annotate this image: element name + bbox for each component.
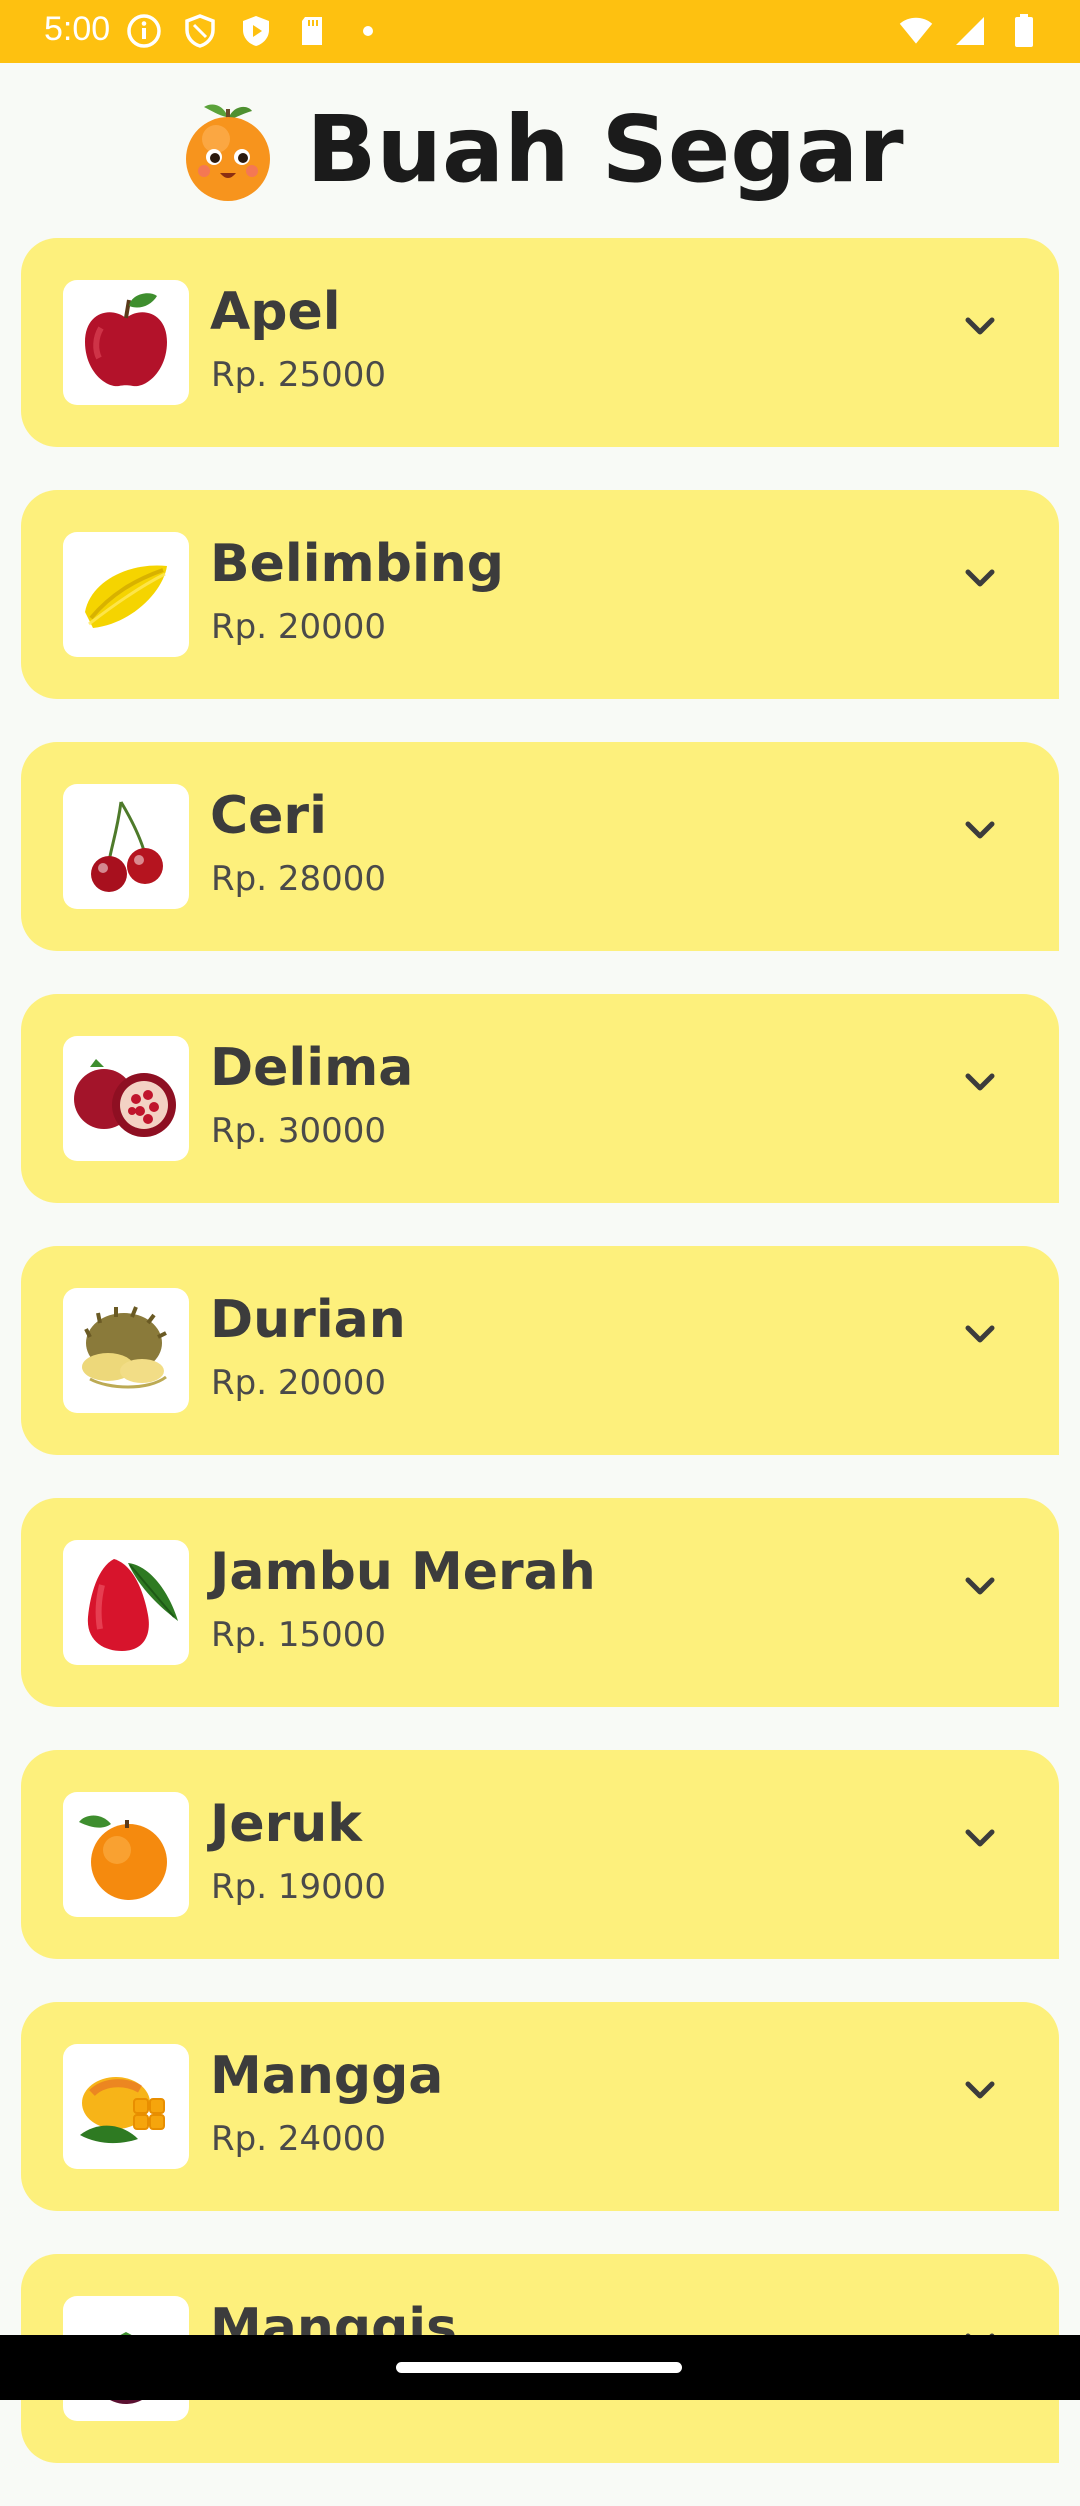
play-protect-icon [238,13,274,49]
fruit-price: Rp. 30000 [211,1111,386,1151]
fruit-name: Apel [210,282,341,342]
status-time: 5:00 [44,10,111,48]
chevron-down-icon[interactable] [956,2066,1004,2114]
fruit-name: Mangga [210,2046,444,2106]
fruit-card-delima[interactable]: Delima Rp. 30000 [21,994,1059,1203]
status-icons-right [898,13,1042,49]
chevron-down-icon[interactable] [956,302,1004,350]
fruit-name: Durian [210,1290,406,1350]
info-icon [126,13,162,49]
fruit-price: Rp. 20000 [211,1363,386,1403]
fruit-name: Delima [210,1038,414,1098]
fruit-price: Rp. 19000 [211,1867,386,1907]
fruit-name: Jeruk [210,1794,362,1854]
durian-icon [63,1288,189,1413]
orange-icon [63,1792,189,1917]
signal-icon [952,13,988,49]
shield-icon [182,13,218,49]
fruit-card-apel[interactable]: Apel Rp. 25000 [21,238,1059,447]
fruit-price: Rp. 25000 [211,355,386,395]
wifi-icon [898,13,934,49]
sd-card-icon [294,13,330,49]
fruit-price: Rp. 20000 [211,607,386,647]
chevron-down-icon[interactable] [956,1814,1004,1862]
chevron-down-icon[interactable] [956,1058,1004,1106]
battery-icon [1006,13,1042,49]
fruit-name: Belimbing [210,534,505,594]
rose-apple-icon [63,1540,189,1665]
fruit-card-mangga[interactable]: Mangga Rp. 24000 [21,2002,1059,2211]
page-title: Buah Segar [306,95,904,203]
chevron-down-icon[interactable] [956,806,1004,854]
fruit-name: Ceri [210,786,327,846]
fruit-list[interactable]: Apel Rp. 25000 Belimbing Rp. 20000 Ceri … [21,238,1059,2506]
fruit-price: Rp. 24000 [211,2119,386,2159]
orange-mascot-icon [176,99,280,203]
fruit-price: Rp. 28000 [211,859,386,899]
app-header: Buah Segar [0,63,1080,235]
fruit-price: Rp. 15000 [211,1615,386,1655]
dot-icon [350,13,386,49]
fruit-card-jeruk[interactable]: Jeruk Rp. 19000 [21,1750,1059,1959]
fruit-name: Jambu Merah [210,1542,596,1602]
chevron-down-icon[interactable] [956,554,1004,602]
mango-icon [63,2044,189,2169]
fruit-card-durian[interactable]: Durian Rp. 20000 [21,1246,1059,1455]
status-icons-left [126,13,386,49]
fruit-card-jambu-merah[interactable]: Jambu Merah Rp. 15000 [21,1498,1059,1707]
status-bar: 5:00 [0,0,1080,63]
home-gesture-handle[interactable] [396,2362,682,2373]
fruit-card-ceri[interactable]: Ceri Rp. 28000 [21,742,1059,951]
chevron-down-icon[interactable] [956,1562,1004,1610]
starfruit-icon [63,532,189,657]
chevron-down-icon[interactable] [956,1310,1004,1358]
cherry-icon [63,784,189,909]
system-navigation-bar [0,2335,1080,2400]
pomegranate-icon [63,1036,189,1161]
fruit-card-belimbing[interactable]: Belimbing Rp. 20000 [21,490,1059,699]
apple-icon [63,280,189,405]
